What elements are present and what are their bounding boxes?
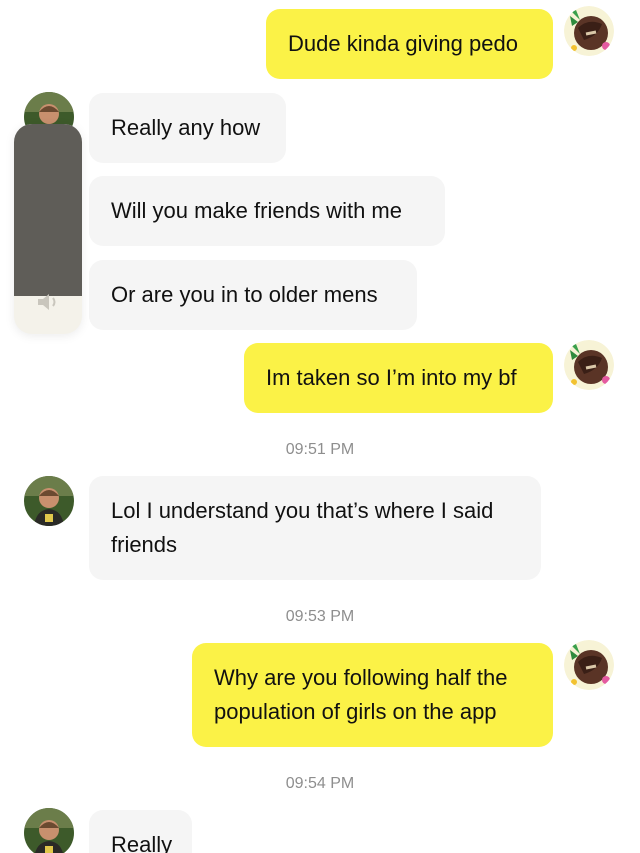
- contact-photo-image: [24, 476, 74, 526]
- incoming-message-bubble[interactable]: Lol I understand you that’s where I said…: [89, 476, 541, 580]
- outgoing-message-bubble[interactable]: Im taken so I’m into my bf: [244, 343, 553, 413]
- contact-avatar[interactable]: [24, 808, 74, 853]
- sticker-avatar-image: [564, 6, 614, 56]
- message-timestamp: 09:53 PM: [285, 608, 355, 625]
- contact-avatar[interactable]: [24, 476, 74, 526]
- incoming-message-bubble[interactable]: Will you make friends with me: [89, 176, 445, 246]
- message-text: Really: [111, 832, 173, 853]
- sticker-avatar-image: [564, 640, 614, 690]
- own-avatar[interactable]: [564, 640, 614, 690]
- sticker-avatar-image: [564, 340, 614, 390]
- message-text: Really any how: [111, 115, 261, 140]
- message-text: Will you make friends with me: [111, 198, 402, 223]
- message-text: Lol I understand you that’s where I said…: [111, 498, 500, 557]
- outgoing-message-bubble[interactable]: Dude kinda giving pedo: [266, 9, 553, 79]
- message-timestamp: 09:54 PM: [285, 775, 355, 792]
- message-text: Or are you in to older mens: [111, 282, 378, 307]
- incoming-message-bubble[interactable]: Really any how: [89, 93, 286, 163]
- chat-thread[interactable]: Dude kinda giving pedo Really any how Wi…: [0, 0, 640, 853]
- contact-photo-image: [24, 808, 74, 853]
- message-text: Dude kinda giving pedo: [288, 31, 518, 56]
- outgoing-message-bubble[interactable]: Why are you following half the populatio…: [192, 643, 553, 747]
- incoming-message-bubble[interactable]: Or are you in to older mens: [89, 260, 417, 330]
- own-avatar[interactable]: [564, 6, 614, 56]
- volume-level-fill: [14, 124, 82, 296]
- message-text: Im taken so I’m into my bf: [266, 365, 517, 390]
- speaker-icon: [38, 294, 56, 310]
- volume-slider[interactable]: [14, 124, 82, 334]
- message-text: Why are you following half the populatio…: [214, 665, 514, 724]
- incoming-message-bubble[interactable]: Really: [89, 810, 192, 853]
- own-avatar[interactable]: [564, 340, 614, 390]
- message-timestamp: 09:51 PM: [285, 441, 355, 458]
